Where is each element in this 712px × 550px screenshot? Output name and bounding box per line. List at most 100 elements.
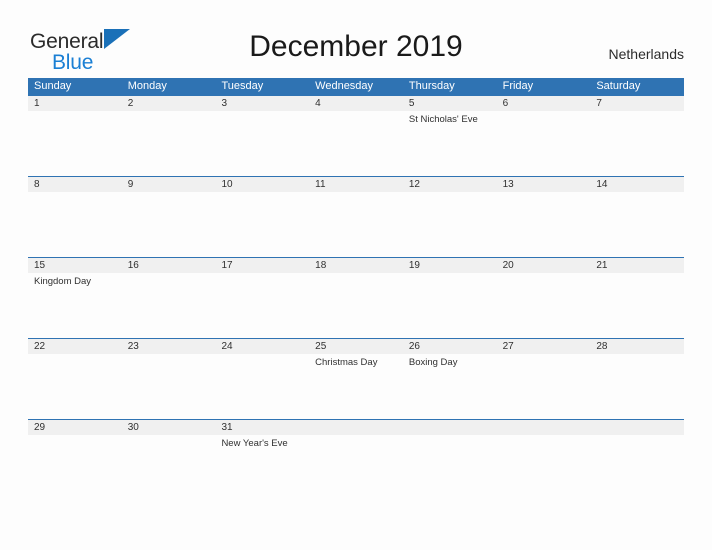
week-event-strip: Kingdom Day xyxy=(28,273,684,338)
day-number[interactable]: 16 xyxy=(122,258,216,273)
day-cell[interactable] xyxy=(215,354,309,419)
day-cell[interactable] xyxy=(497,111,591,176)
day-cell[interactable] xyxy=(497,435,591,465)
week-date-strip: 1 2 3 4 5 6 7 xyxy=(28,96,684,111)
weekday-header-row: Sunday Monday Tuesday Wednesday Thursday… xyxy=(28,78,684,95)
day-cell[interactable] xyxy=(309,273,403,338)
day-cell[interactable] xyxy=(215,273,309,338)
day-number[interactable]: 2 xyxy=(122,96,216,111)
day-cell[interactable]: Kingdom Day xyxy=(28,273,122,338)
day-cell[interactable] xyxy=(122,111,216,176)
day-number[interactable] xyxy=(590,420,684,435)
event-label: St Nicholas' Eve xyxy=(408,114,478,125)
day-number[interactable]: 5 xyxy=(403,96,497,111)
day-number[interactable]: 26 xyxy=(403,339,497,354)
day-number[interactable]: 24 xyxy=(215,339,309,354)
day-number[interactable]: 31 xyxy=(215,420,309,435)
day-number[interactable]: 10 xyxy=(215,177,309,192)
day-number[interactable]: 30 xyxy=(122,420,216,435)
day-number[interactable]: 12 xyxy=(403,177,497,192)
day-number[interactable]: 15 xyxy=(28,258,122,273)
page-header: General Blue December 2019 Netherlands xyxy=(0,0,712,76)
day-cell[interactable] xyxy=(122,435,216,465)
day-number[interactable]: 9 xyxy=(122,177,216,192)
week-row: 8 9 10 11 12 13 14 xyxy=(28,176,684,257)
week-date-strip: 22 23 24 25 26 27 28 xyxy=(28,339,684,354)
day-number[interactable]: 19 xyxy=(403,258,497,273)
calendar-page: General Blue December 2019 Netherlands S… xyxy=(0,0,712,550)
country-label: Netherlands xyxy=(608,46,685,62)
day-number[interactable] xyxy=(497,420,591,435)
day-number[interactable]: 25 xyxy=(309,339,403,354)
weekday-tuesday: Tuesday xyxy=(221,80,264,92)
day-number[interactable]: 4 xyxy=(309,96,403,111)
day-cell[interactable] xyxy=(403,192,497,257)
day-cell[interactable] xyxy=(309,435,403,465)
day-cell[interactable] xyxy=(497,354,591,419)
day-number[interactable]: 20 xyxy=(497,258,591,273)
day-cell[interactable] xyxy=(122,192,216,257)
day-cell[interactable] xyxy=(28,435,122,465)
weekday-monday: Monday xyxy=(127,80,167,92)
event-label: Christmas Day xyxy=(315,357,378,368)
day-number[interactable]: 22 xyxy=(28,339,122,354)
day-number[interactable]: 18 xyxy=(309,258,403,273)
day-number[interactable]: 27 xyxy=(497,339,591,354)
week-event-strip: New Year's Eve xyxy=(28,435,684,465)
day-cell[interactable] xyxy=(215,111,309,176)
day-cell[interactable] xyxy=(590,435,684,465)
day-cell[interactable] xyxy=(215,192,309,257)
event-label: Kingdom Day xyxy=(34,276,92,287)
day-number[interactable]: 7 xyxy=(590,96,684,111)
day-cell[interactable] xyxy=(403,435,497,465)
week-date-strip: 29 30 31 xyxy=(28,420,684,435)
day-cell[interactable] xyxy=(590,111,684,176)
day-number[interactable]: 1 xyxy=(28,96,122,111)
weekday-thursday: Thursday xyxy=(408,80,455,92)
day-cell[interactable] xyxy=(590,354,684,419)
day-cell[interactable] xyxy=(309,111,403,176)
day-cell[interactable] xyxy=(590,192,684,257)
day-number[interactable] xyxy=(403,420,497,435)
day-number[interactable]: 6 xyxy=(497,96,591,111)
week-row: 29 30 31 New Year's Eve xyxy=(28,419,684,465)
day-cell[interactable] xyxy=(497,192,591,257)
day-number[interactable]: 8 xyxy=(28,177,122,192)
weekday-friday: Friday xyxy=(502,80,534,92)
week-row: 15 16 17 18 19 20 21 Kingdom Day xyxy=(28,257,684,338)
day-cell[interactable] xyxy=(497,273,591,338)
day-cell[interactable] xyxy=(122,354,216,419)
weekday-wednesday: Wednesday xyxy=(315,80,374,92)
calendar-grid: Sunday Monday Tuesday Wednesday Thursday… xyxy=(28,78,684,465)
day-number[interactable]: 29 xyxy=(28,420,122,435)
day-cell[interactable]: St Nicholas' Eve xyxy=(403,111,497,176)
day-cell[interactable]: New Year's Eve xyxy=(215,435,309,465)
page-title: December 2019 xyxy=(249,30,463,63)
day-cell[interactable] xyxy=(28,354,122,419)
day-number[interactable]: 11 xyxy=(309,177,403,192)
day-number[interactable]: 17 xyxy=(215,258,309,273)
week-event-strip xyxy=(28,192,684,257)
day-number[interactable]: 21 xyxy=(590,258,684,273)
day-number[interactable]: 13 xyxy=(497,177,591,192)
day-cell[interactable] xyxy=(28,111,122,176)
day-cell[interactable] xyxy=(122,273,216,338)
day-number[interactable] xyxy=(309,420,403,435)
event-label: New Year's Eve xyxy=(221,438,288,449)
day-cell[interactable]: Boxing Day xyxy=(403,354,497,419)
day-number[interactable]: 28 xyxy=(590,339,684,354)
weekday-sunday: Sunday xyxy=(34,80,72,92)
day-number[interactable]: 23 xyxy=(122,339,216,354)
day-cell[interactable] xyxy=(590,273,684,338)
day-number[interactable]: 14 xyxy=(590,177,684,192)
week-row: 1 2 3 4 5 6 7 St Nicholas' Eve xyxy=(28,95,684,176)
week-event-strip: St Nicholas' Eve xyxy=(28,111,684,176)
week-row: 22 23 24 25 26 27 28 Christmas Day Boxin… xyxy=(28,338,684,419)
weekday-saturday: Saturday xyxy=(596,80,641,92)
day-cell[interactable] xyxy=(309,192,403,257)
week-date-strip: 8 9 10 11 12 13 14 xyxy=(28,177,684,192)
day-number[interactable]: 3 xyxy=(215,96,309,111)
day-cell[interactable]: Christmas Day xyxy=(309,354,403,419)
day-cell[interactable] xyxy=(403,273,497,338)
day-cell[interactable] xyxy=(28,192,122,257)
